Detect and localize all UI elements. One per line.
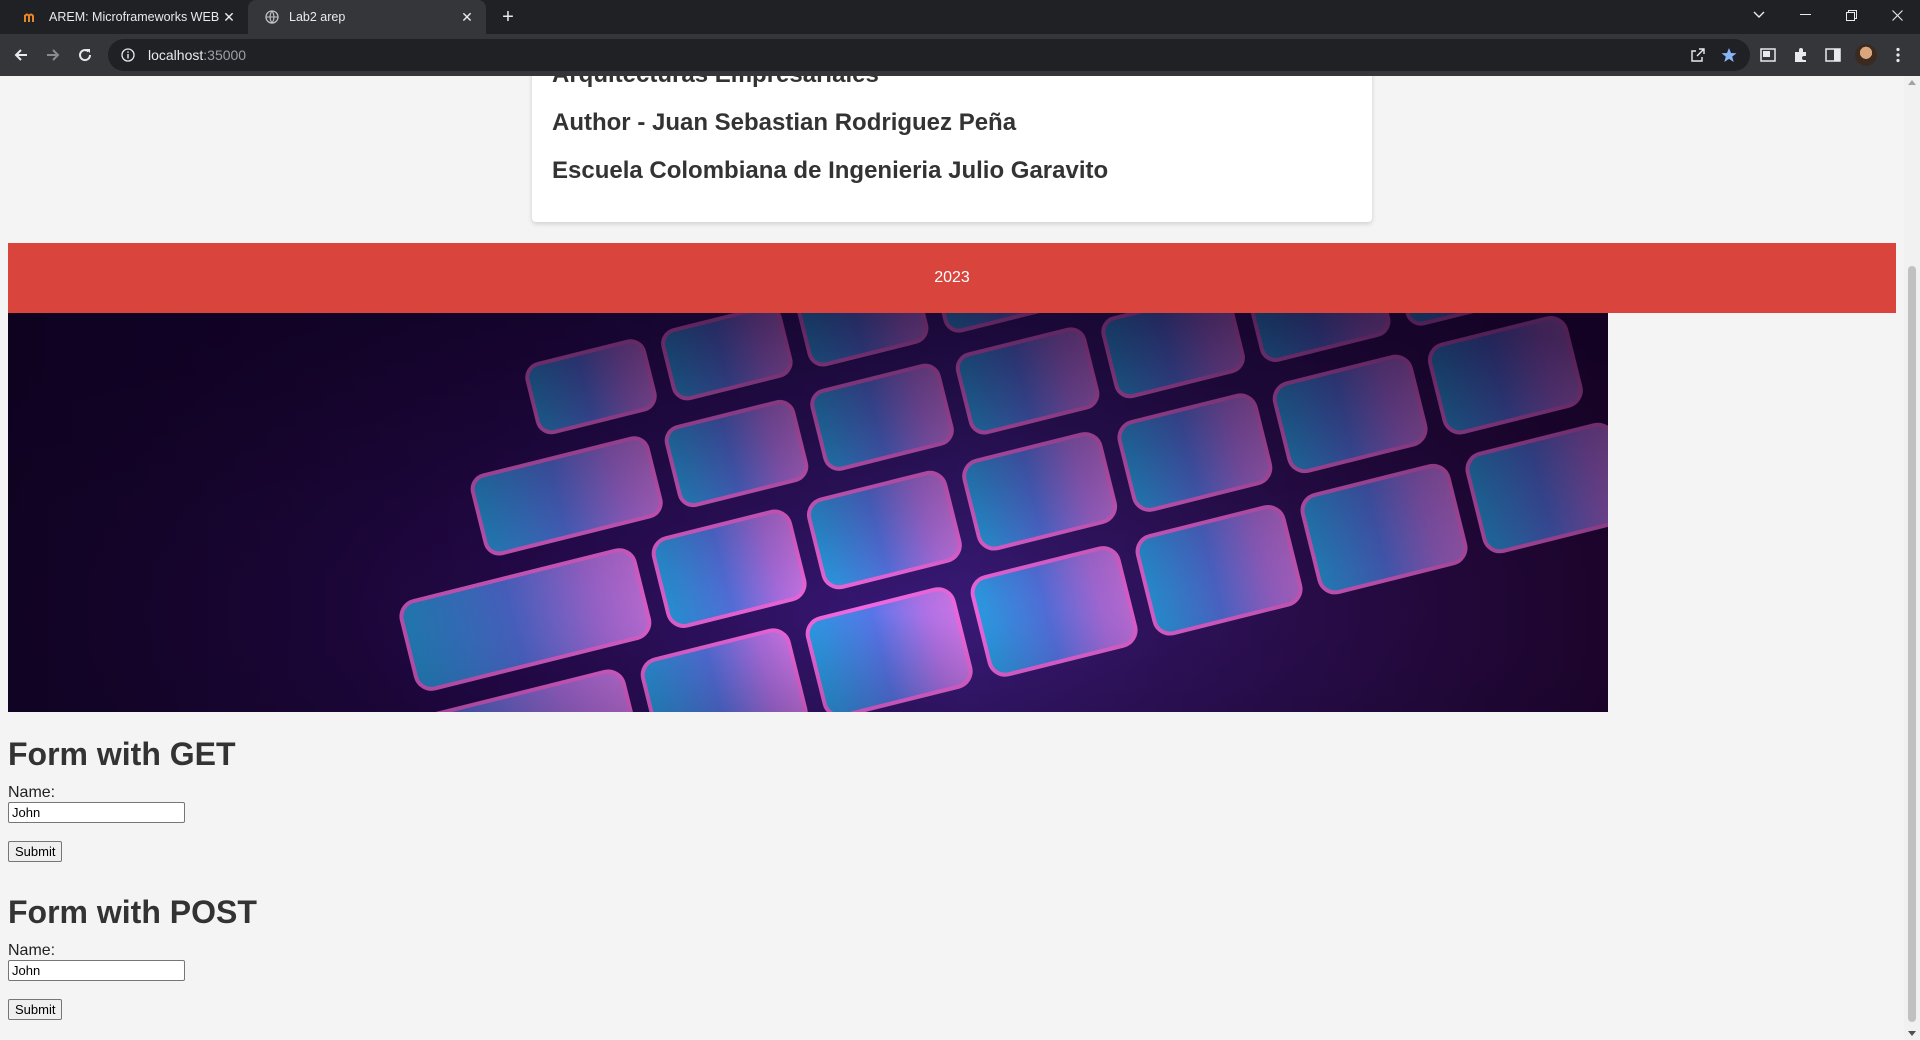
close-window-icon[interactable] — [1874, 0, 1920, 30]
minimize-icon[interactable] — [1782, 0, 1828, 30]
post-submit-button[interactable]: Submit — [8, 999, 63, 1020]
course-title: Arquitecturas Empresariales — [552, 76, 1352, 89]
back-arrow-icon[interactable] — [9, 43, 33, 67]
url-port: :35000 — [203, 47, 247, 63]
bookmark-star-icon[interactable] — [1717, 43, 1741, 67]
year-footer-bar: 2023 — [8, 243, 1896, 313]
header-card: Arquitecturas Empresariales Author - Jua… — [532, 76, 1372, 222]
scrollbar-thumb[interactable] — [1908, 266, 1916, 1022]
url-text: localhost:35000 — [148, 47, 246, 63]
share-icon[interactable] — [1686, 43, 1710, 67]
page-viewport: Arquitecturas Empresariales Author - Jua… — [0, 76, 1904, 1040]
post-form: Form with POST Name: Submit — [8, 894, 257, 1020]
new-tab-button[interactable]: + — [496, 5, 520, 29]
address-bar[interactable]: localhost:35000 — [108, 39, 1750, 71]
get-form-title: Form with GET — [8, 736, 236, 772]
scroll-down-arrow-icon[interactable] — [1908, 1031, 1916, 1036]
tab-title: AREM: Microframeworks WEB — [49, 10, 220, 24]
get-name-input[interactable] — [8, 802, 185, 823]
tab-lab2[interactable]: Lab2 arep ✕ — [248, 0, 486, 34]
side-panel-icon[interactable] — [1821, 43, 1845, 67]
extensions-puzzle-icon[interactable] — [1789, 43, 1813, 67]
m-favicon-icon — [24, 9, 40, 25]
tab-search-chevron-icon[interactable] — [1736, 0, 1782, 30]
get-name-label: Name: — [8, 784, 56, 801]
post-name-label: Name: — [8, 942, 56, 959]
keyboard-hero-image — [8, 313, 1608, 712]
url-host: localhost — [148, 47, 204, 63]
get-submit-button[interactable]: Submit — [8, 841, 63, 862]
restore-icon[interactable] — [1828, 0, 1874, 30]
footer-year: 2023 — [934, 269, 970, 286]
profile-avatar[interactable] — [1855, 44, 1877, 66]
post-form-title: Form with POST — [8, 894, 257, 930]
post-name-input[interactable] — [8, 960, 185, 981]
forward-arrow-icon[interactable] — [41, 43, 65, 67]
reload-icon[interactable] — [73, 43, 97, 67]
page-scrollbar[interactable] — [1904, 76, 1920, 1040]
close-tab-icon[interactable]: ✕ — [458, 8, 476, 26]
kebab-menu-icon[interactable] — [1886, 43, 1910, 67]
tab-title: Lab2 arep — [289, 10, 346, 24]
tab-arem[interactable]: AREM: Microframeworks WEB ✕ — [8, 0, 248, 34]
author-heading: Author - Juan Sebastian Rodriguez Peña — [552, 109, 1017, 136]
tab-strip: AREM: Microframeworks WEB ✕ Lab2 arep ✕ … — [0, 0, 1920, 34]
site-info-icon[interactable] — [120, 47, 136, 63]
close-tab-icon[interactable]: ✕ — [220, 8, 238, 26]
get-form: Form with GET Name: Submit — [8, 736, 236, 862]
school-heading: Escuela Colombiana de Ingenieria Julio G… — [552, 157, 1109, 184]
scroll-up-arrow-icon[interactable] — [1908, 80, 1916, 85]
globe-icon — [264, 9, 280, 25]
browser-toolbar: localhost:35000 — [0, 34, 1920, 76]
picture-in-picture-icon[interactable] — [1756, 43, 1780, 67]
